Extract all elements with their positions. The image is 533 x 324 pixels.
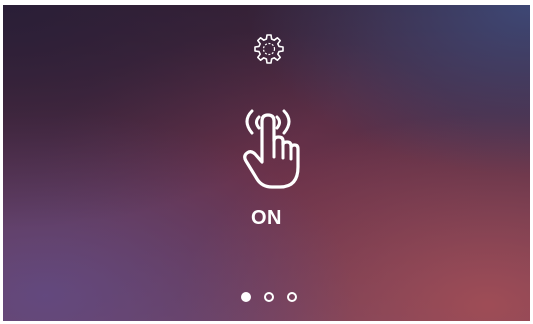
page-indicator bbox=[238, 291, 308, 307]
page-dot-3[interactable] bbox=[287, 292, 297, 302]
page-dot-2[interactable] bbox=[264, 292, 274, 302]
page-dot-1[interactable] bbox=[241, 292, 251, 302]
tap-hand-icon bbox=[243, 109, 300, 189]
power-toggle-button[interactable] bbox=[232, 101, 304, 193]
device-frame: ON bbox=[0, 0, 533, 324]
settings-button[interactable] bbox=[253, 33, 285, 65]
power-status-label: ON bbox=[251, 207, 282, 229]
gear-icon bbox=[254, 34, 284, 64]
screen: ON bbox=[3, 5, 530, 321]
